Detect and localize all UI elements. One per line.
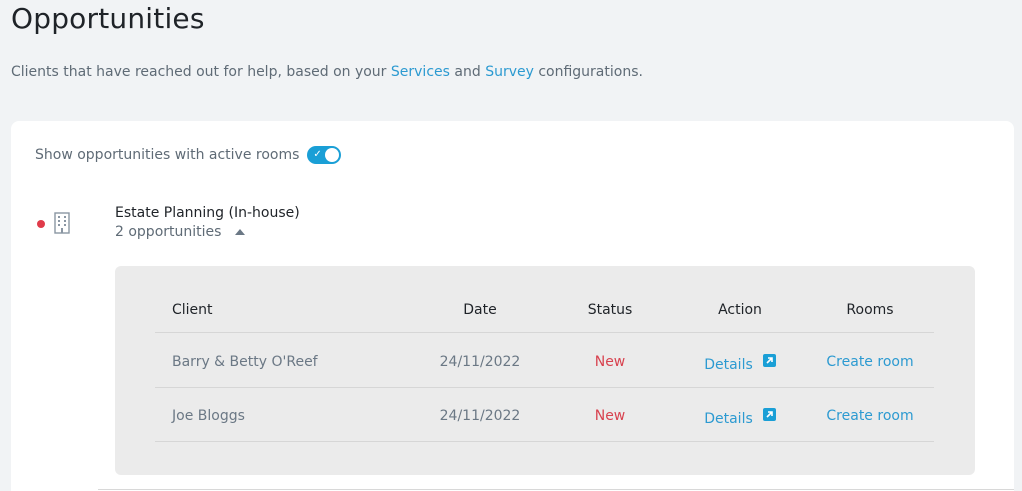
survey-link[interactable]: Survey (485, 64, 534, 80)
table-row: Barry & Betty O'Reef 24/11/2022 New Deta… (155, 334, 934, 388)
create-room-link[interactable]: Create room (810, 354, 930, 370)
opportunities-card: Show opportunities with active rooms ✓ E… (11, 121, 1014, 491)
active-rooms-filter: Show opportunities with active rooms ✓ (35, 146, 342, 164)
active-rooms-label: Show opportunities with active rooms (35, 147, 300, 163)
header-client: Client (172, 302, 213, 318)
create-room-link[interactable]: Create room (810, 408, 930, 424)
status-dot (37, 220, 45, 228)
external-link-icon (762, 354, 776, 367)
subtitle-text-middle: and (449, 64, 486, 80)
opportunities-page: Opportunities Clients that have reached … (0, 0, 1022, 491)
table-row: Joe Bloggs 24/11/2022 New Details Create… (155, 388, 934, 442)
header-action: Action (718, 302, 762, 318)
caret-up-icon[interactable] (235, 229, 246, 235)
opportunity-count-toggle[interactable]: 2 opportunities (115, 224, 246, 240)
building-icon (53, 212, 71, 234)
page-title: Opportunities (11, 2, 205, 35)
opportunity-date: 24/11/2022 (439, 354, 521, 370)
subtitle-text-end: configurations. (533, 64, 643, 80)
details-label: Details (704, 357, 753, 373)
status-badge: New (594, 408, 626, 424)
page-subtitle: Clients that have reached out for help, … (11, 64, 643, 80)
client-name: Barry & Betty O'Reef (172, 354, 318, 370)
table-header: Client Date Status Action Rooms (155, 296, 934, 333)
client-name: Joe Bloggs (172, 408, 245, 424)
header-date: Date (463, 302, 497, 318)
opportunity-date: 24/11/2022 (439, 408, 521, 424)
subtitle-text-start: Clients that have reached out for help, … (11, 64, 391, 80)
header-rooms: Rooms (846, 302, 894, 318)
divider (98, 489, 1014, 490)
header-status: Status (587, 302, 633, 318)
external-link-icon (762, 408, 776, 421)
details-link[interactable]: Details (685, 354, 795, 373)
active-rooms-toggle[interactable]: ✓ (307, 146, 342, 164)
status-badge: New (594, 354, 626, 370)
opportunity-count: 2 opportunities (115, 224, 222, 240)
details-link[interactable]: Details (685, 408, 795, 427)
services-link[interactable]: Services (391, 64, 450, 80)
toggle-knob (325, 148, 340, 162)
details-label: Details (704, 411, 753, 427)
service-group-name: Estate Planning (In-house) (115, 205, 300, 221)
opportunities-table: Client Date Status Action Rooms Barry & … (115, 266, 975, 475)
check-icon: ✓ (313, 149, 322, 160)
